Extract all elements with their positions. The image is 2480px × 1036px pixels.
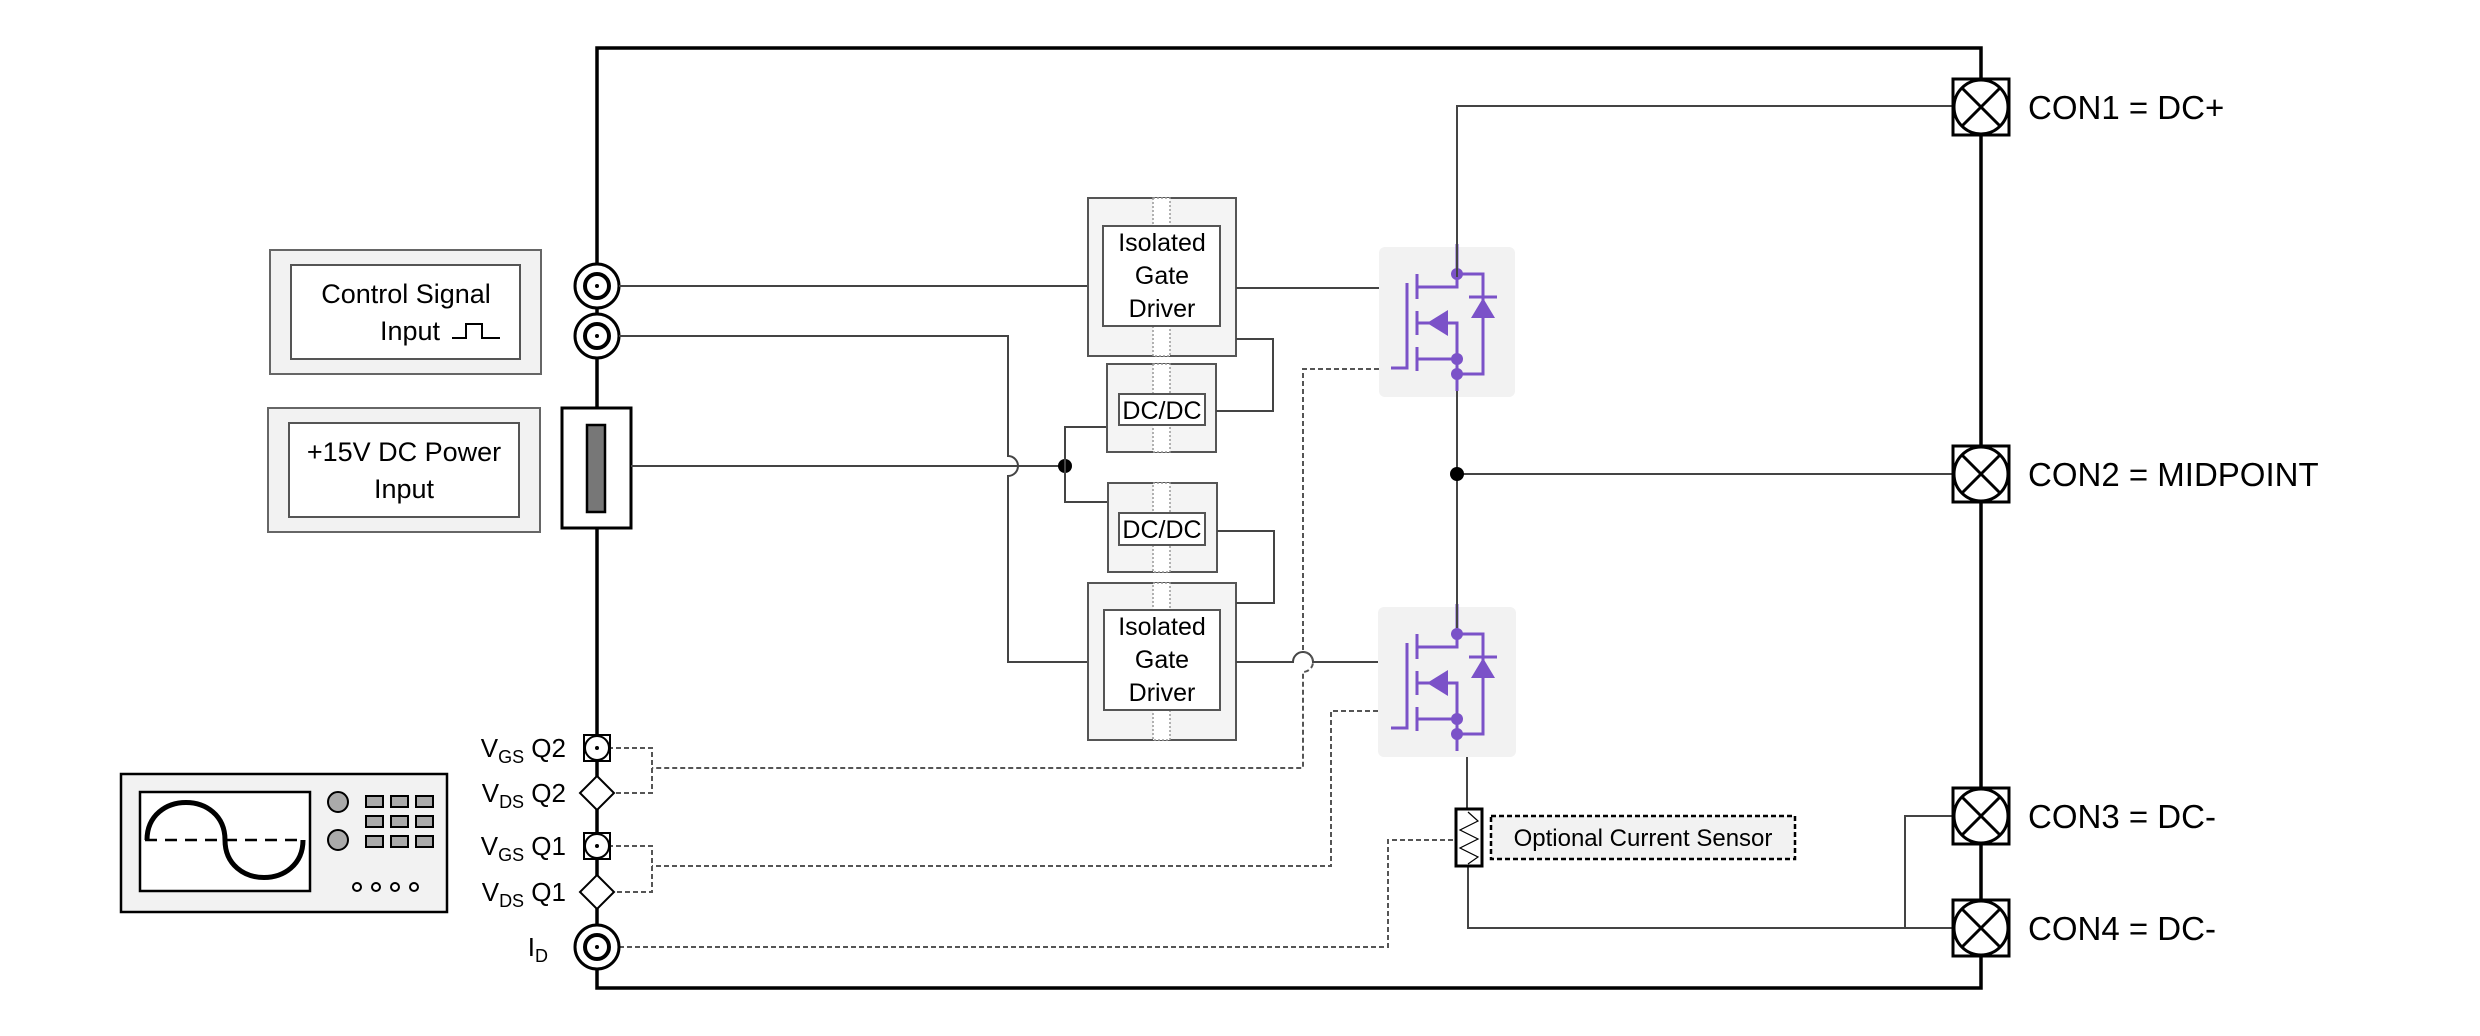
wire-sensor-to-dc-minus bbox=[1467, 866, 1952, 929]
output-connector-con3[interactable] bbox=[1951, 786, 2011, 846]
label-vgs-q1: VGS Q1 bbox=[481, 831, 566, 865]
control-signal-label-line2: Input bbox=[380, 316, 441, 346]
label-vgs-q2: VGS Q2 bbox=[481, 733, 566, 767]
dcdc-top-label: DC/DC bbox=[1122, 397, 1201, 425]
output-connector-label-con1: CON1 = DC+ bbox=[2028, 89, 2224, 126]
power-connector[interactable] bbox=[560, 406, 633, 530]
oscilloscope-icon bbox=[119, 772, 449, 914]
probe-wire-vgs-q1 bbox=[652, 710, 1378, 867]
probe-bracket-q1 bbox=[608, 845, 653, 893]
measurement-labels: VGS Q2 VDS Q2 VGS Q1 VDS Q1 ID bbox=[481, 733, 566, 966]
output-connector-label-con3: CON3 = DC- bbox=[2028, 798, 2216, 835]
power-input-box: +15V DC Power Input bbox=[267, 407, 541, 533]
dcdc-converter-top: DC/DC bbox=[1106, 363, 1217, 453]
gate-driver-top-line3: Driver bbox=[1129, 295, 1196, 323]
half-bridge-test-setup-diagram: Control Signal Input +15V DC Power Input… bbox=[119, 46, 2319, 990]
isolated-gate-driver-top: Isolated Gate Driver bbox=[1087, 197, 1237, 357]
probe-connector-id[interactable] bbox=[573, 923, 621, 971]
gate-driver-bottom-line2: Gate bbox=[1135, 646, 1189, 674]
bnc-connector-control-2[interactable] bbox=[573, 312, 621, 360]
wire-power-to-dcdc-bottom bbox=[1064, 466, 1108, 503]
gate-driver-bottom-line1: Isolated bbox=[1118, 613, 1206, 641]
probe-connector-vds-q1[interactable] bbox=[578, 873, 616, 911]
output-connector-label-con4: CON4 = DC- bbox=[2028, 910, 2216, 947]
output-connector-con2[interactable] bbox=[1951, 444, 2011, 504]
label-id: ID bbox=[528, 932, 548, 966]
output-connector-label-con2: CON2 = MIDPOINT bbox=[2028, 456, 2319, 493]
label-vds-q2: VDS Q2 bbox=[482, 778, 566, 812]
label-vds-q1: VDS Q1 bbox=[482, 877, 566, 911]
optional-current-sensor-label: Optional Current Sensor bbox=[1514, 825, 1773, 852]
probe-bracket-q2 bbox=[608, 747, 653, 794]
mosfet-q2-high-side bbox=[1379, 244, 1515, 397]
output-connector-con1[interactable] bbox=[1951, 77, 2011, 137]
optional-current-sensor-label-box: Optional Current Sensor bbox=[1489, 814, 1797, 861]
output-connector-con4[interactable] bbox=[1951, 898, 2011, 958]
probe-connector-vgs-q1[interactable] bbox=[583, 832, 611, 860]
dcdc-converter-bottom: DC/DC bbox=[1107, 482, 1218, 573]
isolated-gate-driver-bottom: Isolated Gate Driver bbox=[1087, 582, 1237, 741]
probe-connector-vgs-q2[interactable] bbox=[583, 734, 611, 762]
gate-driver-top-line2: Gate bbox=[1135, 262, 1189, 290]
power-label-line2: Input bbox=[374, 474, 435, 504]
gate-driver-top-line1: Isolated bbox=[1118, 229, 1206, 257]
control-signal-input-box: Control Signal Input bbox=[269, 249, 542, 375]
gate-driver-bottom-line3: Driver bbox=[1129, 679, 1196, 707]
wire-dc-plus bbox=[1456, 105, 1952, 277]
bnc-connector-control-1[interactable] bbox=[573, 262, 621, 310]
wire-control-bottom bbox=[619, 335, 1088, 663]
probe-wire-vgs-q2 bbox=[652, 368, 1379, 769]
mosfet-q1-low-side bbox=[1378, 604, 1516, 757]
wire-con3-to-con4 bbox=[1904, 815, 1952, 928]
current-sensor bbox=[1454, 807, 1484, 868]
dcdc-bottom-label: DC/DC bbox=[1122, 516, 1201, 544]
midpoint-junction-dot bbox=[1450, 467, 1464, 481]
power-label-line1: +15V DC Power bbox=[307, 437, 501, 467]
wire-power-to-dcdc-top bbox=[1064, 426, 1107, 466]
control-signal-label-line1: Control Signal bbox=[321, 279, 491, 309]
probe-connector-vds-q2[interactable] bbox=[578, 774, 616, 812]
